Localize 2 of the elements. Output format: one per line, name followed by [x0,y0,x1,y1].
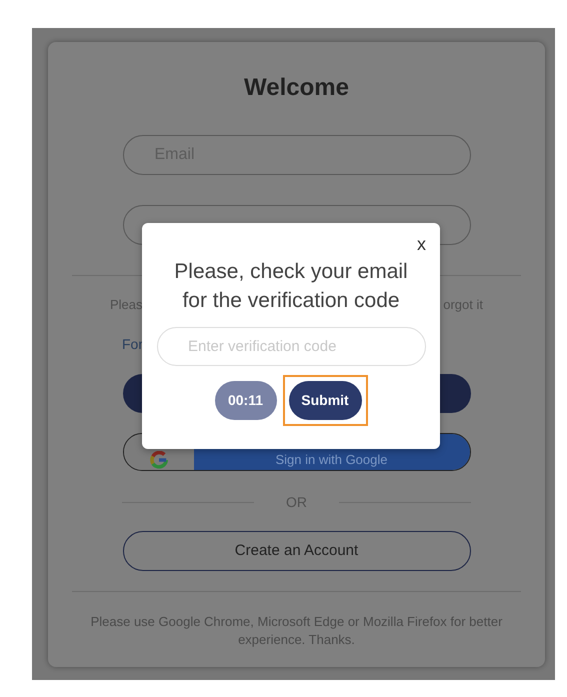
welcome-title: Welcome [244,73,349,103]
dialog-message: Please, check your email for the verification code [173,259,409,314]
